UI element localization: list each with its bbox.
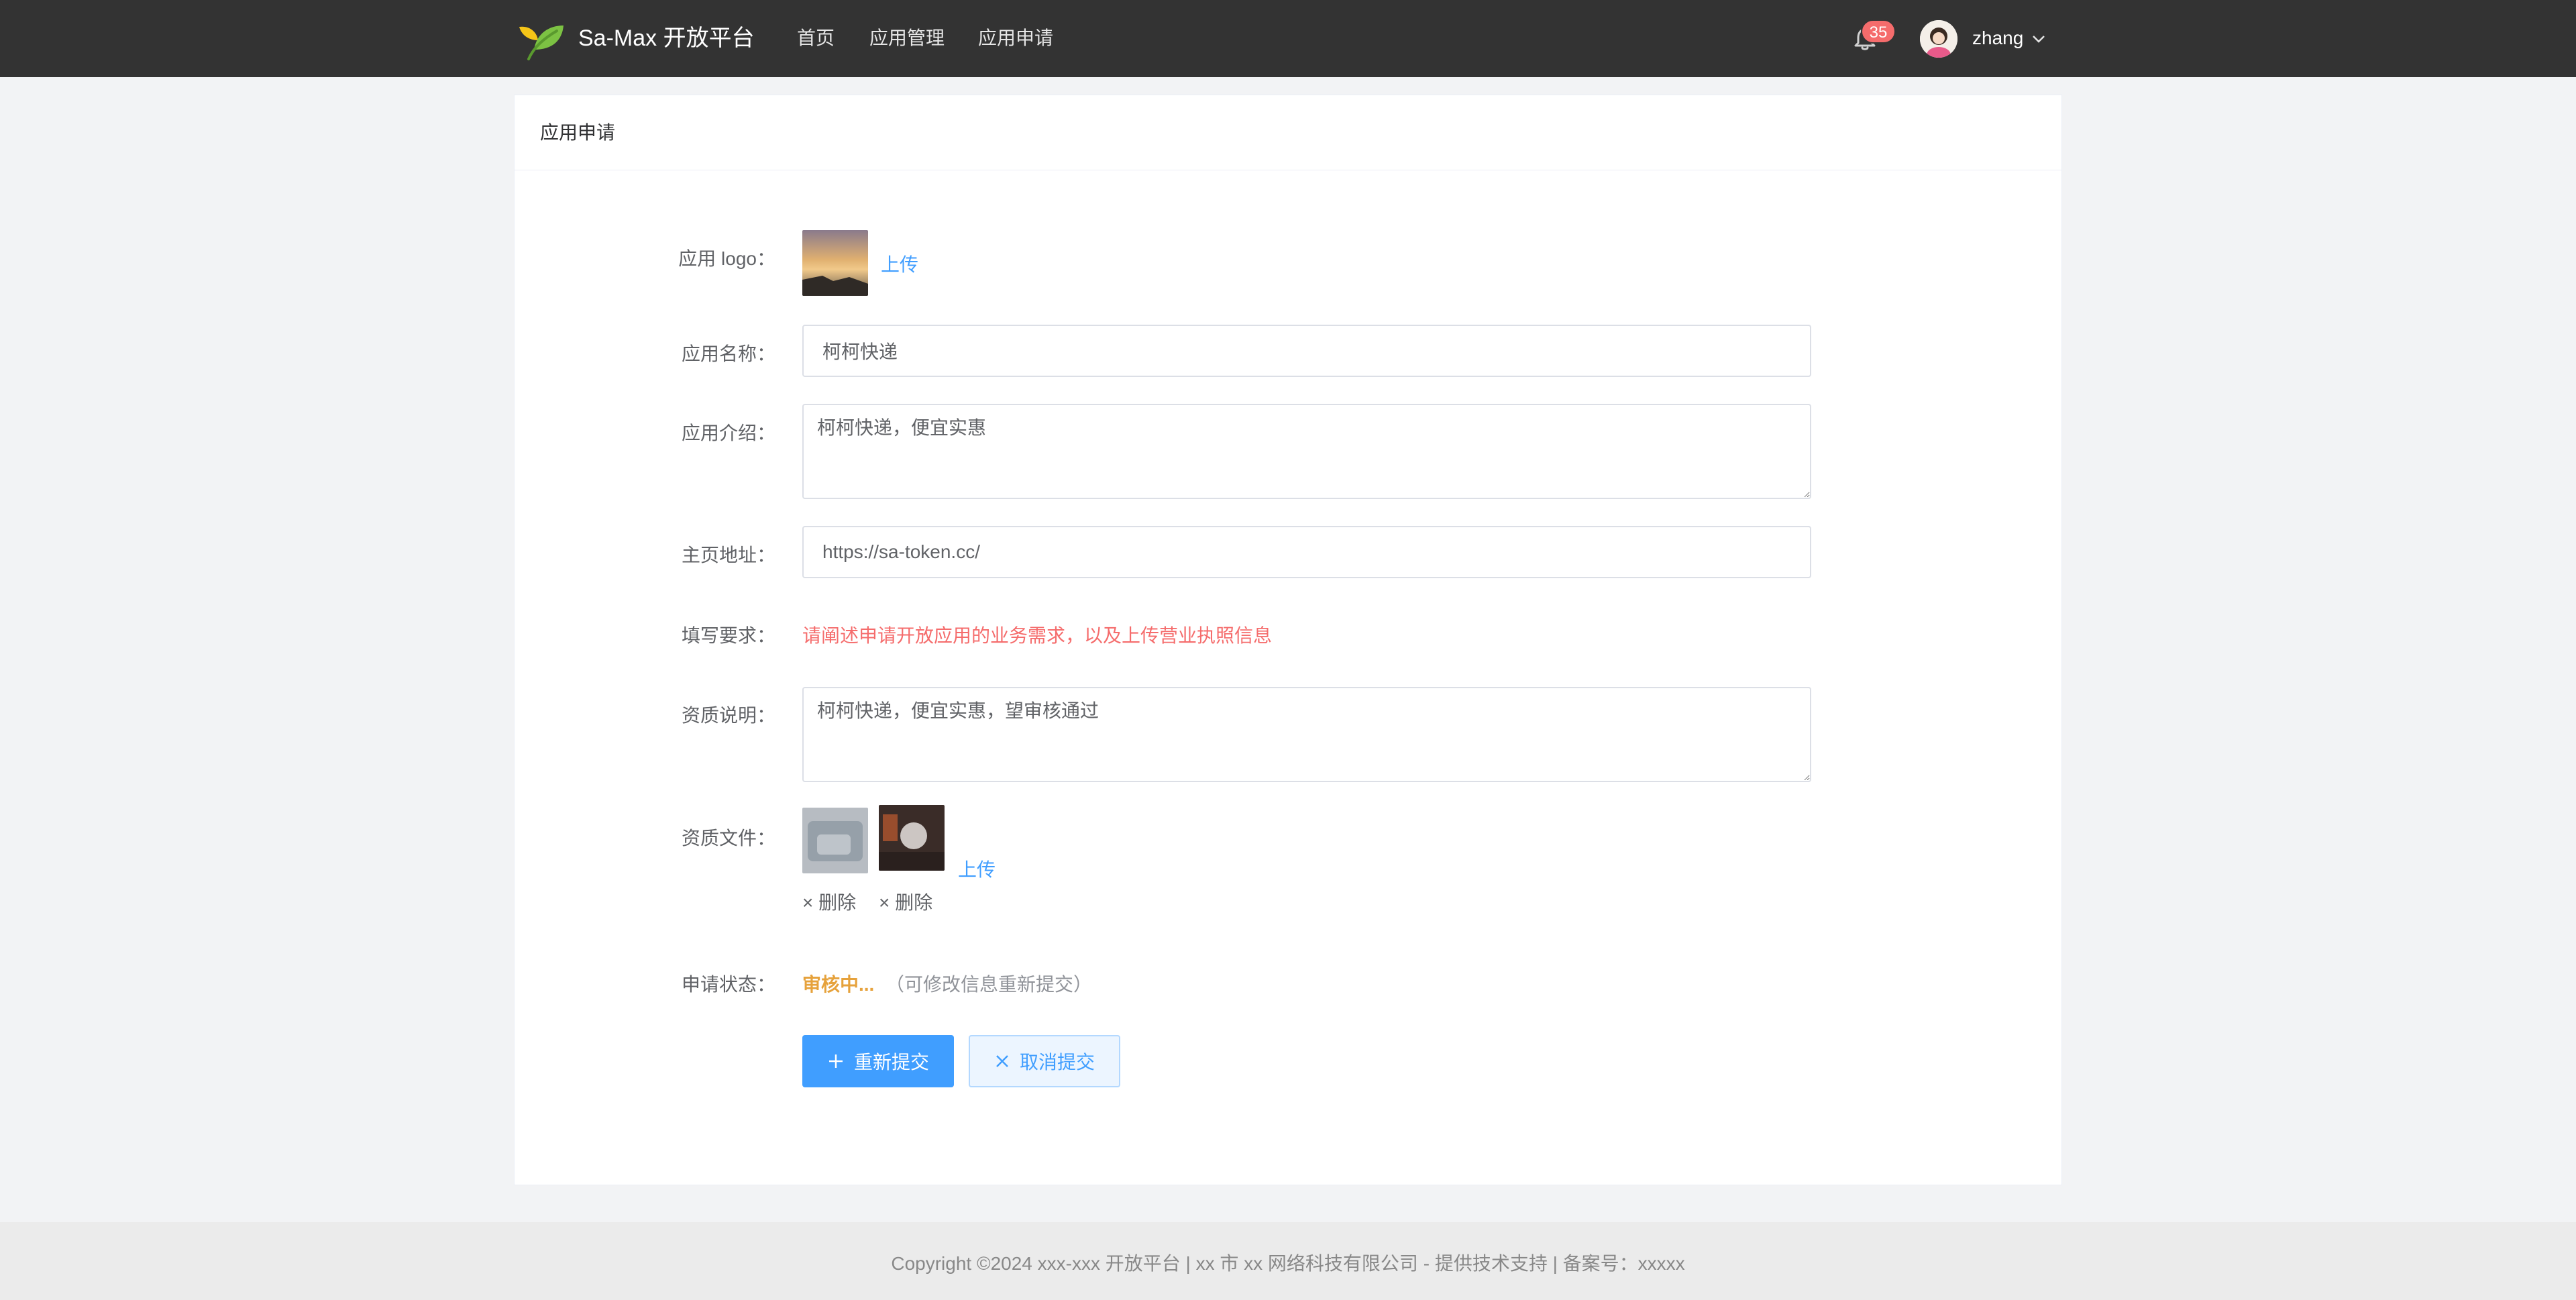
card-header: 应用申请 bbox=[515, 95, 2061, 170]
nav-app-application[interactable]: 应用申请 bbox=[978, 23, 1053, 54]
requirement-label: 填写要求： bbox=[681, 625, 775, 646]
plus-icon bbox=[828, 1054, 843, 1068]
avatar[interactable] bbox=[1920, 20, 1957, 58]
files-upload-link[interactable]: 上传 bbox=[958, 855, 996, 882]
resubmit-button[interactable]: 重新提交 bbox=[802, 1035, 954, 1087]
top-navbar: Sa-Max 开放平台 首页 应用管理 应用申请 35 zhang bbox=[0, 0, 2576, 77]
delete-file-button[interactable]: × 删除 bbox=[879, 888, 932, 915]
homepage-input[interactable] bbox=[802, 526, 1811, 578]
username[interactable]: zhang bbox=[1972, 23, 2023, 54]
homepage-label: 主页地址： bbox=[681, 545, 775, 565]
status-note: （可修改信息重新提交） bbox=[885, 974, 1093, 995]
chevron-down-icon[interactable] bbox=[2030, 30, 2047, 48]
cancel-submit-button[interactable]: 取消提交 bbox=[969, 1035, 1120, 1087]
logo-label: 应用 logo： bbox=[678, 248, 775, 269]
page-title: 应用申请 bbox=[540, 122, 616, 143]
avatar-image bbox=[1920, 20, 1957, 58]
resubmit-button-label: 重新提交 bbox=[853, 1052, 929, 1073]
footer-copyright: Copyright ©2024 xxx-xxx 开放平台 | xx 市 xx 网… bbox=[891, 1253, 1685, 1274]
qualification-file-thumbnail bbox=[879, 805, 945, 871]
requirement-hint: 请阐述申请开放应用的业务需求，以及上传营业执照信息 bbox=[802, 625, 1273, 646]
app-name-input[interactable] bbox=[802, 325, 1811, 377]
cancel-button-label: 取消提交 bbox=[1019, 1052, 1095, 1073]
files-label: 资质文件： bbox=[681, 828, 775, 849]
status-label: 申请状态： bbox=[681, 974, 775, 995]
close-icon bbox=[996, 1055, 1008, 1067]
qualification-file-thumbnail bbox=[802, 808, 868, 873]
logo-upload-link[interactable]: 上传 bbox=[881, 250, 918, 277]
delete-file-button[interactable]: × 删除 bbox=[802, 888, 856, 915]
app-intro-textarea[interactable]: 柯柯快递，便宜实惠 bbox=[802, 404, 1811, 499]
qualification-label: 资质说明： bbox=[681, 705, 775, 726]
nav-home[interactable]: 首页 bbox=[797, 23, 835, 54]
name-label: 应用名称： bbox=[681, 343, 775, 364]
navbar-inner: Sa-Max 开放平台 首页 应用管理 应用申请 35 zhang bbox=[514, 0, 2062, 77]
status-badge: 审核中... bbox=[802, 974, 875, 995]
qualification-textarea[interactable]: 柯柯快递，便宜实惠，望审核通过 bbox=[802, 687, 1811, 782]
nav-app-management[interactable]: 应用管理 bbox=[869, 23, 945, 54]
brand-title[interactable]: Sa-Max 开放平台 bbox=[578, 23, 755, 54]
intro-label: 应用介绍： bbox=[681, 423, 775, 443]
footer: Copyright ©2024 xxx-xxx 开放平台 | xx 市 xx 网… bbox=[0, 1222, 2576, 1300]
leaf-logo-icon[interactable] bbox=[514, 20, 565, 60]
notification-badge: 35 bbox=[1861, 19, 1896, 44]
app-logo-image bbox=[802, 230, 868, 296]
